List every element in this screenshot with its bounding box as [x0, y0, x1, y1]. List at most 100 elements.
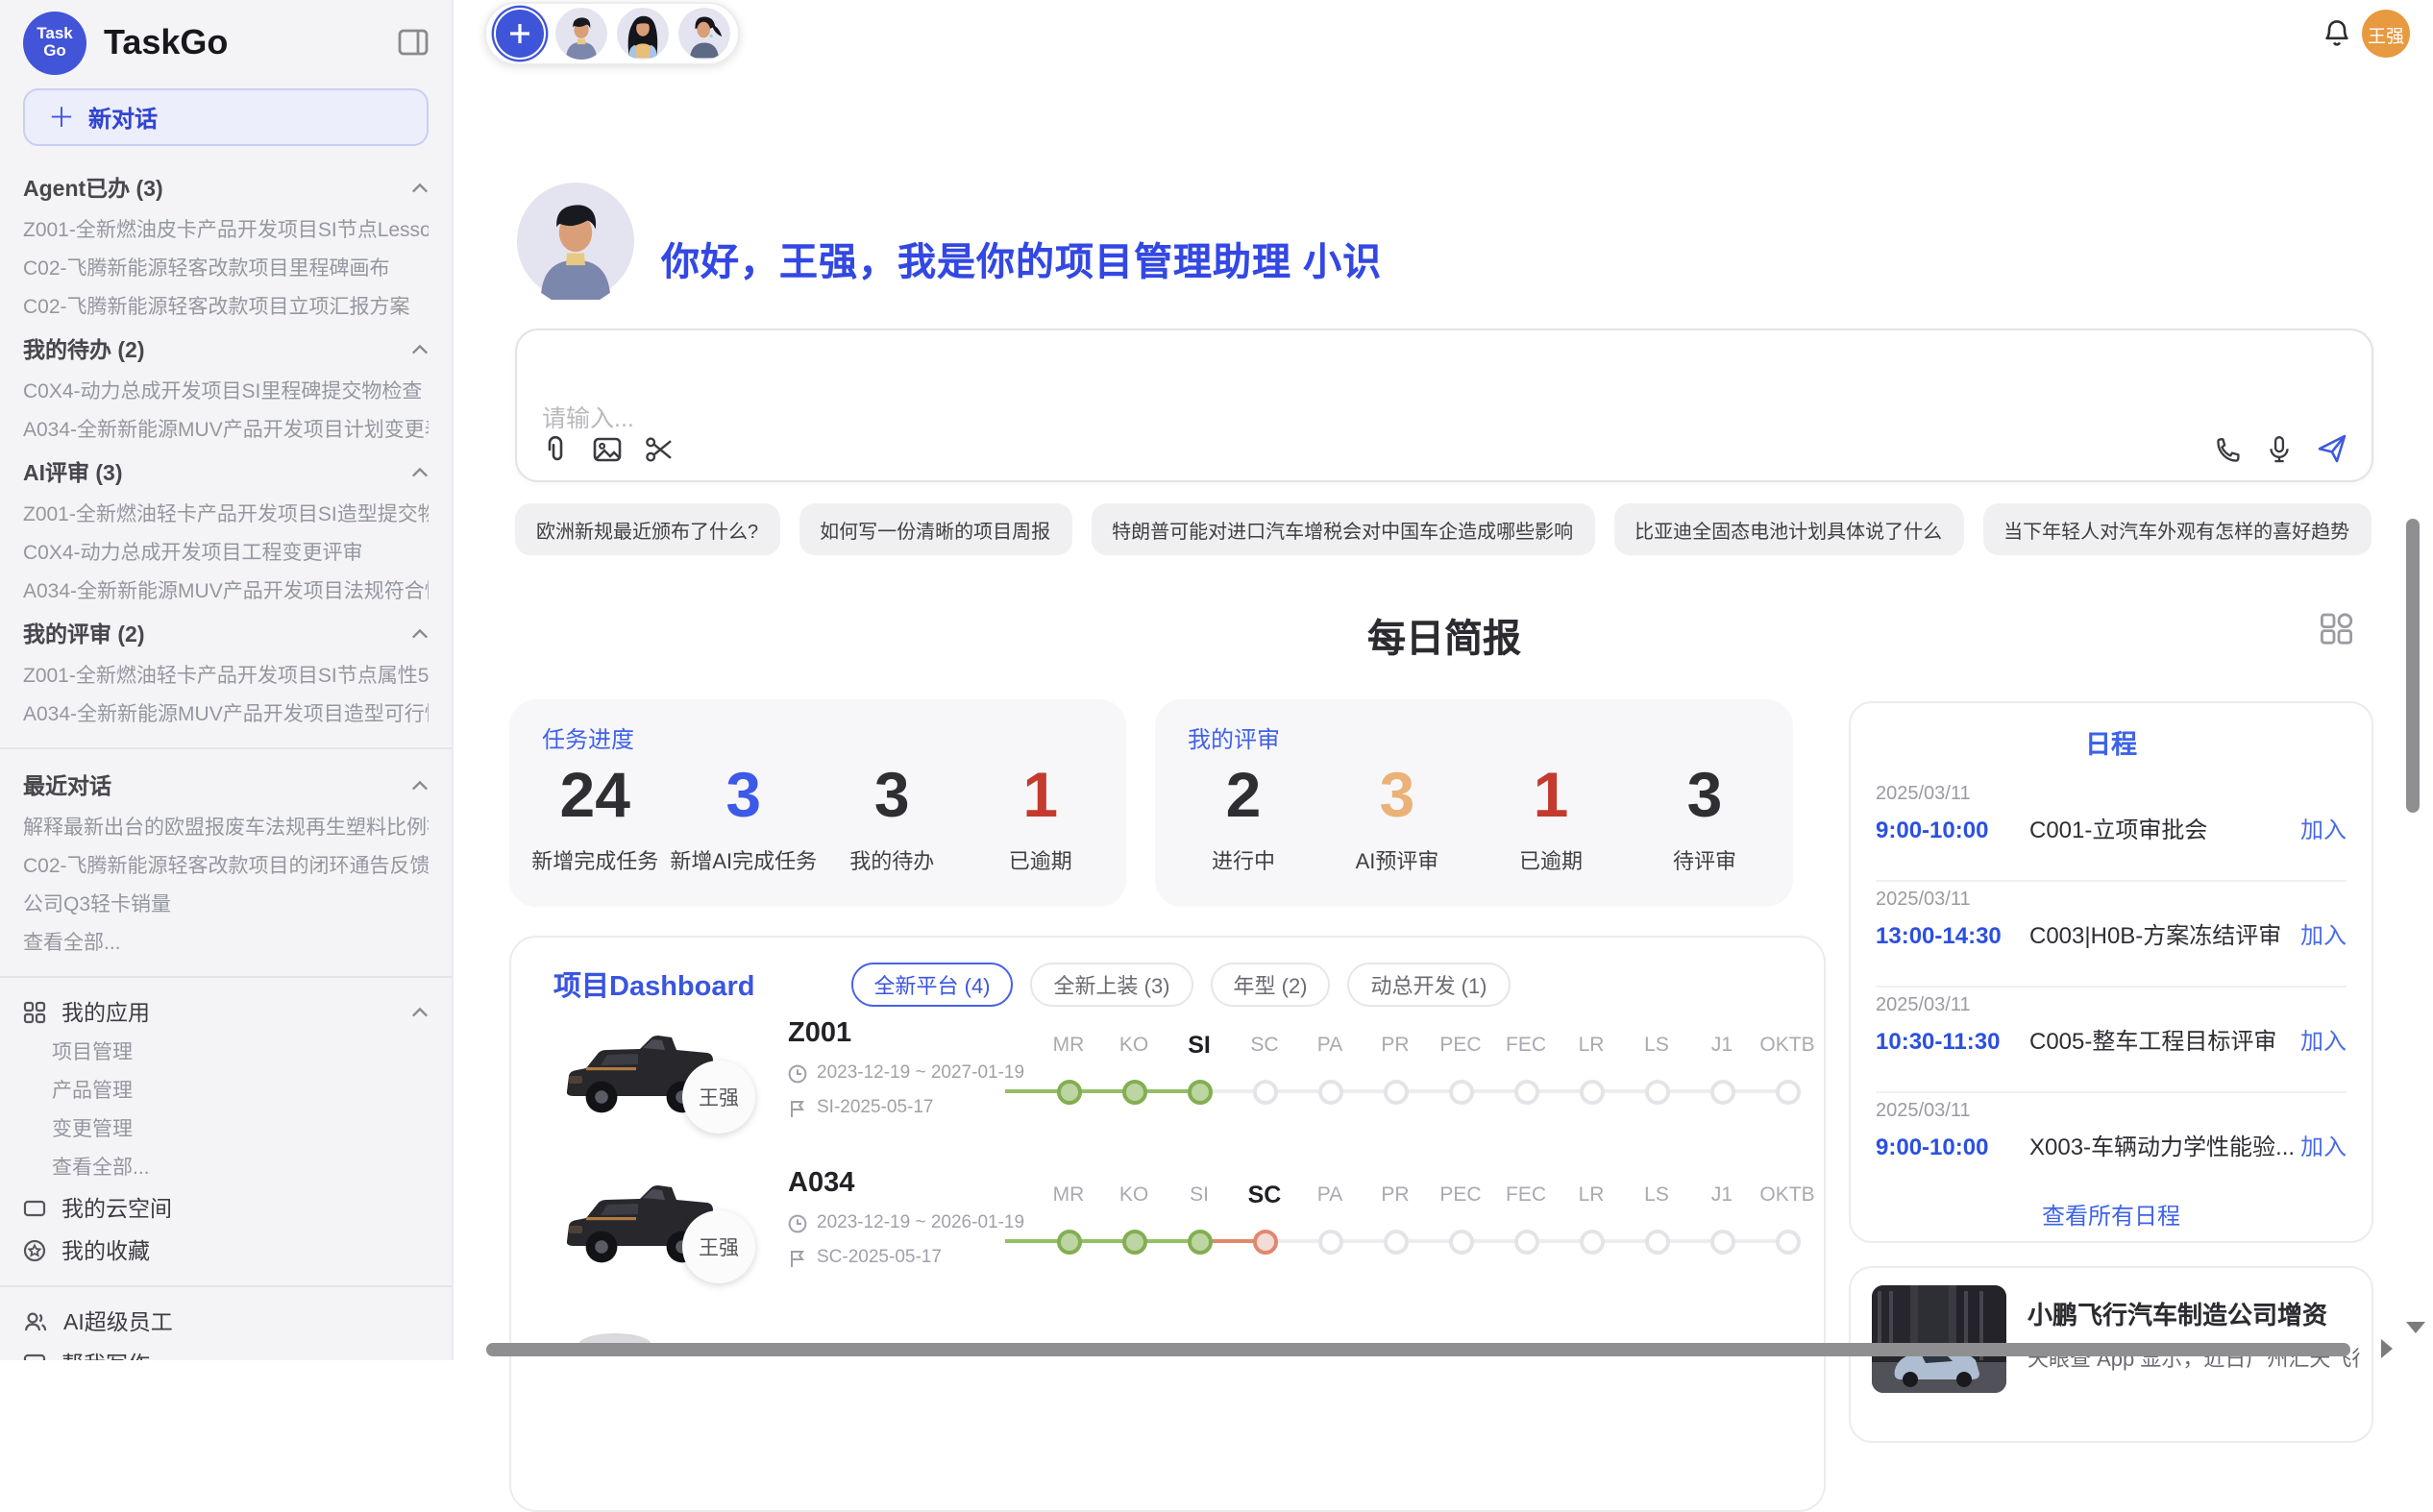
avatar-agent-2[interactable]	[617, 8, 669, 60]
tab-new-body[interactable]: 全新上装 (3)	[1031, 963, 1193, 1007]
chevron-up-icon[interactable]	[411, 1007, 429, 1018]
chevron-up-icon[interactable]	[411, 183, 429, 194]
schedule-date: 2025/03/11	[1876, 995, 2347, 1016]
section-title: Agent已办 (3)	[23, 173, 163, 204]
chevron-up-icon[interactable]	[411, 780, 429, 792]
vertical-scrollbar[interactable]	[2406, 519, 2420, 813]
stat: 3AI预评审	[1320, 757, 1474, 876]
milestone-label: PR	[1363, 1030, 1428, 1061]
sidebar-item[interactable]: C0X4-动力总成开发项目工程变更评审	[23, 534, 429, 573]
recent-chat-item[interactable]: 解释最新出台的欧盟报废车法规再生塑料比例被调至15%...	[23, 809, 429, 847]
sidebar-section-agent-done: Agent已办 (3) Z001-全新燃油皮卡产品开发项目SI节点Lesson …	[0, 165, 452, 327]
dashboard-grid-icon[interactable]	[2320, 611, 2354, 646]
app-link-project-mgmt[interactable]: 项目管理	[0, 1034, 452, 1072]
sidebar-item[interactable]: C02-飞腾新能源轻客改款项目里程碑画布	[23, 250, 429, 288]
send-icon[interactable]	[2316, 432, 2348, 465]
image-icon[interactable]	[592, 434, 623, 465]
section-title: 我的评审 (2)	[23, 619, 145, 649]
join-link[interactable]: 加入	[2300, 918, 2347, 951]
view-all-chats[interactable]: 查看全部...	[23, 924, 429, 963]
suggestion-chip[interactable]: 比亚迪全固态电池计划具体说了什么	[1613, 503, 1963, 555]
scissors-icon[interactable]	[644, 434, 675, 465]
user-avatar[interactable]: 王强	[2362, 10, 2410, 58]
project-row-z001[interactable]: 王强 Z001 2023-12-19 ~ 2027-01-19 SI-2025-…	[553, 1014, 1797, 1164]
sidebar-item[interactable]: Z001-全新燃油轻卡产品开发项目SI造型提交物评审	[23, 496, 429, 534]
greeting-text: 你好，王强，我是你的项目管理助理 小识	[661, 231, 1382, 286]
divider	[0, 1285, 452, 1287]
horizontal-scrollbar[interactable]	[486, 1343, 2350, 1356]
view-all-apps[interactable]: 查看全部...	[0, 1149, 452, 1187]
app-logo: Task Go	[23, 11, 86, 74]
avatar-agent-1[interactable]	[555, 8, 607, 60]
recent-chat-item[interactable]: 公司Q3轻卡销量	[23, 886, 429, 924]
view-all-schedule-link[interactable]: 查看所有日程	[1851, 1199, 2372, 1232]
sidebar-item-ai-employee[interactable]: AI超级员工	[0, 1301, 452, 1343]
suggestion-chip[interactable]: 特朗普可能对进口汽车增税会对中国车企造成哪些影响	[1091, 503, 1594, 555]
sidebar-item[interactable]: A034-全新新能源MUV产品开发项目法规符合性评审	[23, 573, 429, 611]
suggestion-chip[interactable]: 欧洲新规最近颁布了什么?	[515, 503, 779, 555]
app-link-change-mgmt[interactable]: 变更管理	[0, 1110, 452, 1149]
paperclip-icon[interactable]	[540, 434, 571, 465]
suggestion-chip[interactable]: 当下年轻人对汽车外观有怎样的喜好趋势	[1982, 503, 2371, 555]
stat-value: 3	[818, 757, 967, 834]
panel-collapse-icon[interactable]	[398, 29, 429, 56]
scroll-right-arrow[interactable]	[2381, 1339, 2393, 1358]
bell-icon[interactable]	[2322, 17, 2352, 50]
schedule-date: 2025/03/11	[1876, 784, 2347, 805]
schedule-date: 2025/03/11	[1876, 1101, 2347, 1122]
milestone-track	[1036, 1228, 1820, 1255]
milestone-labels: MR KO SI SC PA PR PEC FEC LR LS J1 OKTB	[1036, 1180, 1820, 1210]
sidebar-item[interactable]: Z001-全新燃油皮卡产品开发项目SI节点Lesson Learn报告	[23, 211, 429, 250]
sidebar-item[interactable]: A034-全新新能源MUV产品开发项目计划变更表编写	[23, 411, 429, 450]
add-agent-button[interactable]	[494, 8, 546, 60]
project-flag: SC-2025-05-17	[788, 1247, 1028, 1268]
sidebar-item-my-apps[interactable]: 我的应用	[0, 991, 452, 1034]
suggestion-chips: 欧洲新规最近颁布了什么? 如何写一份清晰的项目周报 特朗普可能对进口汽车增税会对…	[515, 503, 2373, 555]
milestone-label-current: SC	[1232, 1180, 1297, 1210]
stat-value: 3	[1628, 757, 1782, 834]
user-avatar-label: 王强	[2368, 20, 2404, 47]
join-link[interactable]: 加入	[2300, 1024, 2347, 1057]
new-chat-button[interactable]: ＋ 新对话	[23, 88, 429, 146]
join-link[interactable]: 加入	[2300, 1130, 2347, 1162]
sidebar-item-favorites[interactable]: 我的收藏	[0, 1230, 452, 1272]
plus-icon: ＋	[48, 104, 75, 131]
sidebar-item-cloud-space[interactable]: 我的云空间	[0, 1187, 452, 1230]
project-row-a034[interactable]: 王强 A034 2023-12-19 ~ 2026-01-19 SC-2025-…	[553, 1164, 1797, 1314]
milestone-label: PEC	[1428, 1030, 1493, 1061]
sidebar-item[interactable]: C02-飞腾新能源轻客改款项目立项汇报方案	[23, 288, 429, 327]
scroll-down-arrow[interactable]	[2406, 1322, 2425, 1333]
tab-year-model[interactable]: 年型 (2)	[1211, 963, 1331, 1007]
recent-chat-item[interactable]: C02-飞腾新能源轻客改款项目的闭环通告反馈情况	[23, 847, 429, 886]
project-code: A034	[788, 1168, 1028, 1199]
tab-new-platform[interactable]: 全新平台 (4)	[851, 963, 1014, 1007]
chat-input-placeholder[interactable]: 请输入...	[542, 398, 634, 434]
section-title: 我的待办 (2)	[23, 334, 145, 365]
sidebar-item-help-write[interactable]: 帮我写作	[0, 1343, 452, 1360]
sidebar-item[interactable]: A034-全新新能源MUV产品开发项目造型可行性评审	[23, 695, 429, 734]
stat-value: 2	[1167, 757, 1320, 834]
join-link[interactable]: 加入	[2300, 813, 2347, 845]
sidebar-item[interactable]: Z001-全新燃油轻卡产品开发项目SI节点属性5D文件评审	[23, 657, 429, 695]
tab-powertrain[interactable]: 动总开发 (1)	[1348, 963, 1511, 1007]
milestone-node	[1755, 1078, 1820, 1105]
avatar-agent-3[interactable]	[678, 8, 730, 60]
section-header: 我的评审 (2)	[23, 611, 429, 657]
chevron-up-icon[interactable]	[411, 628, 429, 640]
stat: 24新增完成任务	[521, 757, 670, 876]
chevron-up-icon[interactable]	[411, 467, 429, 478]
section-header: 我的待办 (2)	[23, 327, 429, 373]
section-title: 最近对话	[23, 770, 111, 801]
microphone-icon[interactable]	[2264, 433, 2295, 464]
chevron-up-icon[interactable]	[411, 344, 429, 355]
sidebar-item[interactable]: C0X4-动力总成开发项目SI里程碑提交物检查	[23, 373, 429, 411]
suggestion-chip[interactable]: 如何写一份清晰的项目周报	[799, 503, 1071, 555]
stat: 3我的待办	[818, 757, 967, 876]
chat-input-card[interactable]: 请输入...	[515, 329, 2373, 482]
agent-quick-bar	[484, 2, 740, 65]
schedule-time: 10:30-11:30	[1876, 1027, 2029, 1054]
app-link-product-mgmt[interactable]: 产品管理	[0, 1072, 452, 1110]
phone-icon[interactable]	[2212, 433, 2243, 464]
star-circle-icon	[23, 1239, 46, 1262]
schedule-time: 9:00-10:00	[1876, 816, 2029, 842]
